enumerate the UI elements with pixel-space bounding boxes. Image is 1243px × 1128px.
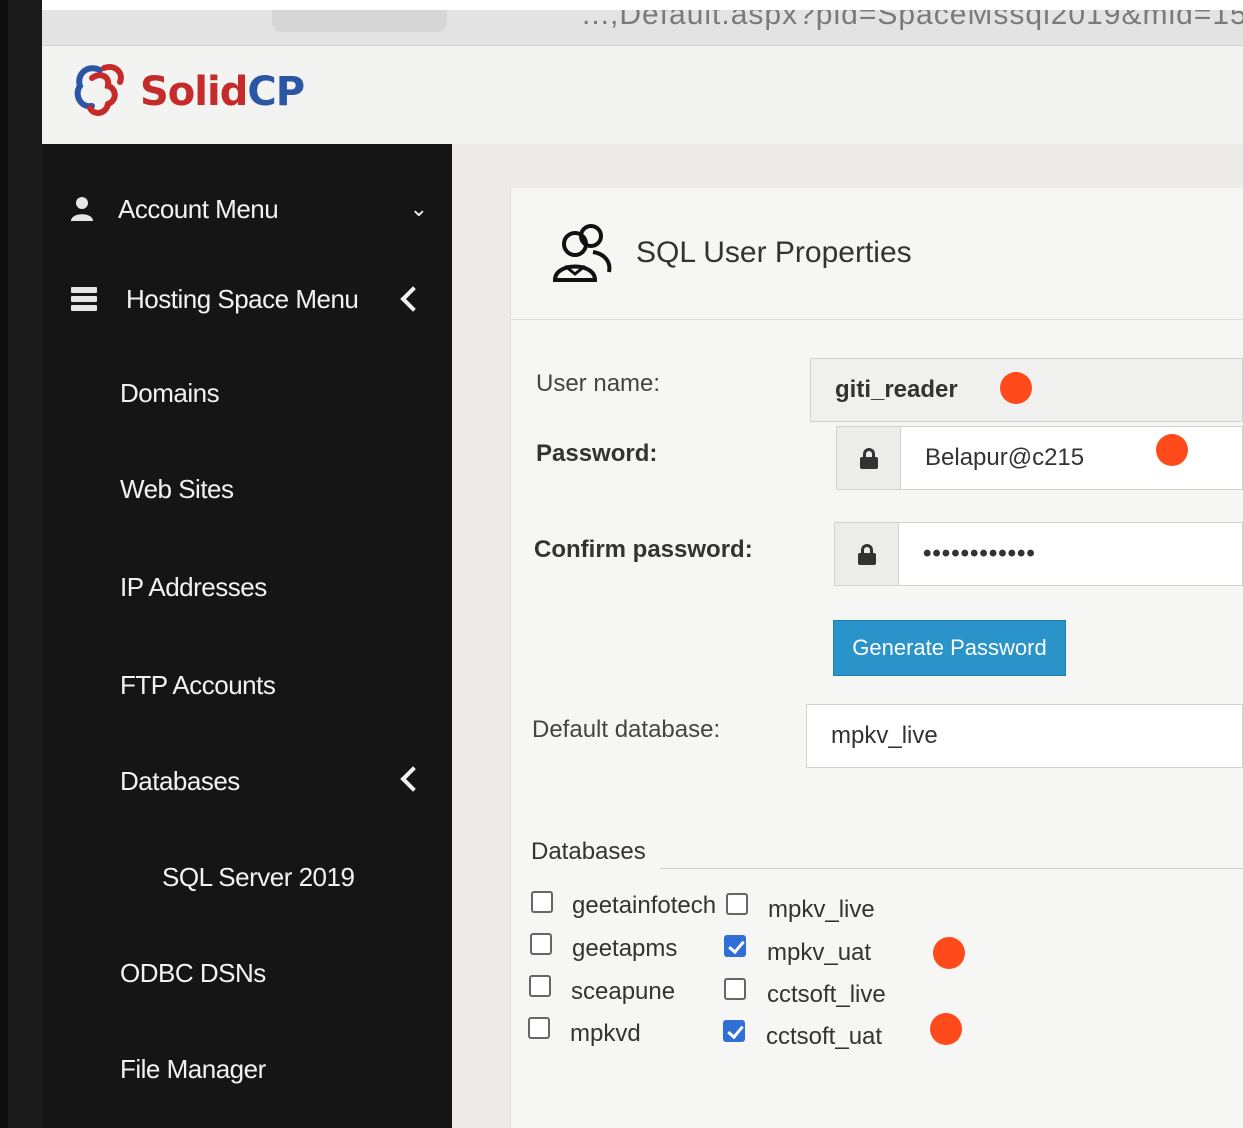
sidebar-item-account-menu[interactable]: Account Menu ⌄ (42, 192, 452, 226)
database-label: cctsoft_live (767, 981, 886, 1008)
checkbox-cctsoft-uat[interactable] (723, 1020, 745, 1042)
logo-text: SolidCP (140, 69, 305, 115)
chevron-down-icon: ⌄ (409, 196, 428, 221)
checkbox-sceapune[interactable] (529, 975, 551, 997)
confirm-password-label: Confirm password: (534, 536, 753, 563)
database-label: geetainfotech (572, 892, 717, 919)
sidebar-item-label: Databases (120, 765, 240, 796)
page-title: SQL User Properties (636, 236, 912, 269)
database-label: geetapms (572, 935, 678, 962)
panel-header: SQL User Properties (511, 188, 1243, 320)
database-label: mpkvd (570, 1020, 641, 1047)
checkbox-mpkvd[interactable] (528, 1017, 550, 1039)
sidebar-item-ftp-accounts[interactable]: FTP Accounts (120, 670, 276, 701)
database-label: mpkv_live (768, 896, 875, 923)
browser-tab[interactable] (272, 10, 447, 32)
databases-section-title: Databases (531, 838, 646, 865)
generate-password-button[interactable]: Generate Password (833, 620, 1066, 676)
chevron-left-icon (400, 766, 426, 792)
confirm-lock-addon (834, 522, 900, 586)
annotation-dot (1156, 434, 1188, 466)
checkbox-cctsoft-live[interactable] (724, 978, 746, 1000)
default-database-label: Default database: (532, 716, 721, 743)
sidebar-item-domains[interactable]: Domains (120, 378, 220, 409)
confirm-password-value: •••••••••••• (923, 540, 1036, 567)
annotation-dot (930, 1013, 962, 1045)
sidebar-item-hosting-space-menu[interactable]: Hosting Space Menu (42, 282, 452, 316)
default-database-field[interactable]: mpkv_live (806, 704, 1243, 768)
confirm-password-field[interactable]: •••••••••••• (898, 522, 1243, 586)
default-database-value: mpkv_live (831, 722, 938, 749)
database-label: mpkv_uat (767, 939, 872, 966)
username-value: giti_reader (835, 376, 958, 403)
sidebar-item-web-sites[interactable]: Web Sites (120, 474, 234, 505)
password-label: Password: (536, 440, 658, 467)
chevron-left-icon (400, 286, 426, 312)
password-value: Belapur@c215 (925, 444, 1085, 471)
sidebar-item-sql-server-2019[interactable]: SQL Server 2019 (162, 862, 355, 893)
browser-url[interactable]: ...,Default.aspx?pid=SpaceMssql2019&mid=… (582, 10, 1243, 32)
sidebar-item-odbc-dsns[interactable]: ODBC DSNs (120, 958, 266, 989)
checkbox-mpkv-uat[interactable] (724, 935, 746, 957)
database-label: cctsoft_uat (766, 1023, 883, 1050)
lock-icon (860, 448, 878, 469)
database-label: sceapune (571, 978, 676, 1005)
app-header: SolidCP (42, 46, 1243, 144)
username-label: User name: (536, 370, 661, 397)
annotation-dot (933, 937, 965, 969)
solidcp-logo[interactable]: SolidCP (70, 60, 305, 124)
section-divider (660, 868, 1243, 869)
annotation-dot (1000, 372, 1032, 404)
sidebar-item-ip-addresses[interactable]: IP Addresses (120, 572, 267, 603)
sidebar-item-label: Hosting Space Menu (126, 283, 359, 314)
monitor-bezel (0, 0, 42, 1128)
checkbox-geetainfotech[interactable] (531, 891, 553, 913)
sidebar-item-label: Account Menu (118, 193, 279, 224)
logo-mark-icon (74, 64, 124, 116)
checkbox-geetapms[interactable] (530, 933, 552, 955)
user-icon (71, 197, 93, 221)
sidebar-item-file-manager[interactable]: File Manager (120, 1054, 266, 1085)
password-lock-addon (836, 426, 902, 490)
lock-icon (858, 544, 876, 565)
password-field[interactable]: Belapur@c215 (900, 426, 1243, 490)
server-icon (71, 287, 97, 311)
checkbox-mpkv-live[interactable] (726, 893, 748, 915)
sidebar-item-databases[interactable]: Databases (42, 764, 452, 798)
users-icon (552, 224, 612, 282)
sidebar: Account Menu ⌄ Hosting Space Menu Domain… (42, 144, 452, 1128)
browser-toolbar: ...,Default.aspx?pid=SpaceMssql2019&mid=… (42, 10, 1243, 46)
